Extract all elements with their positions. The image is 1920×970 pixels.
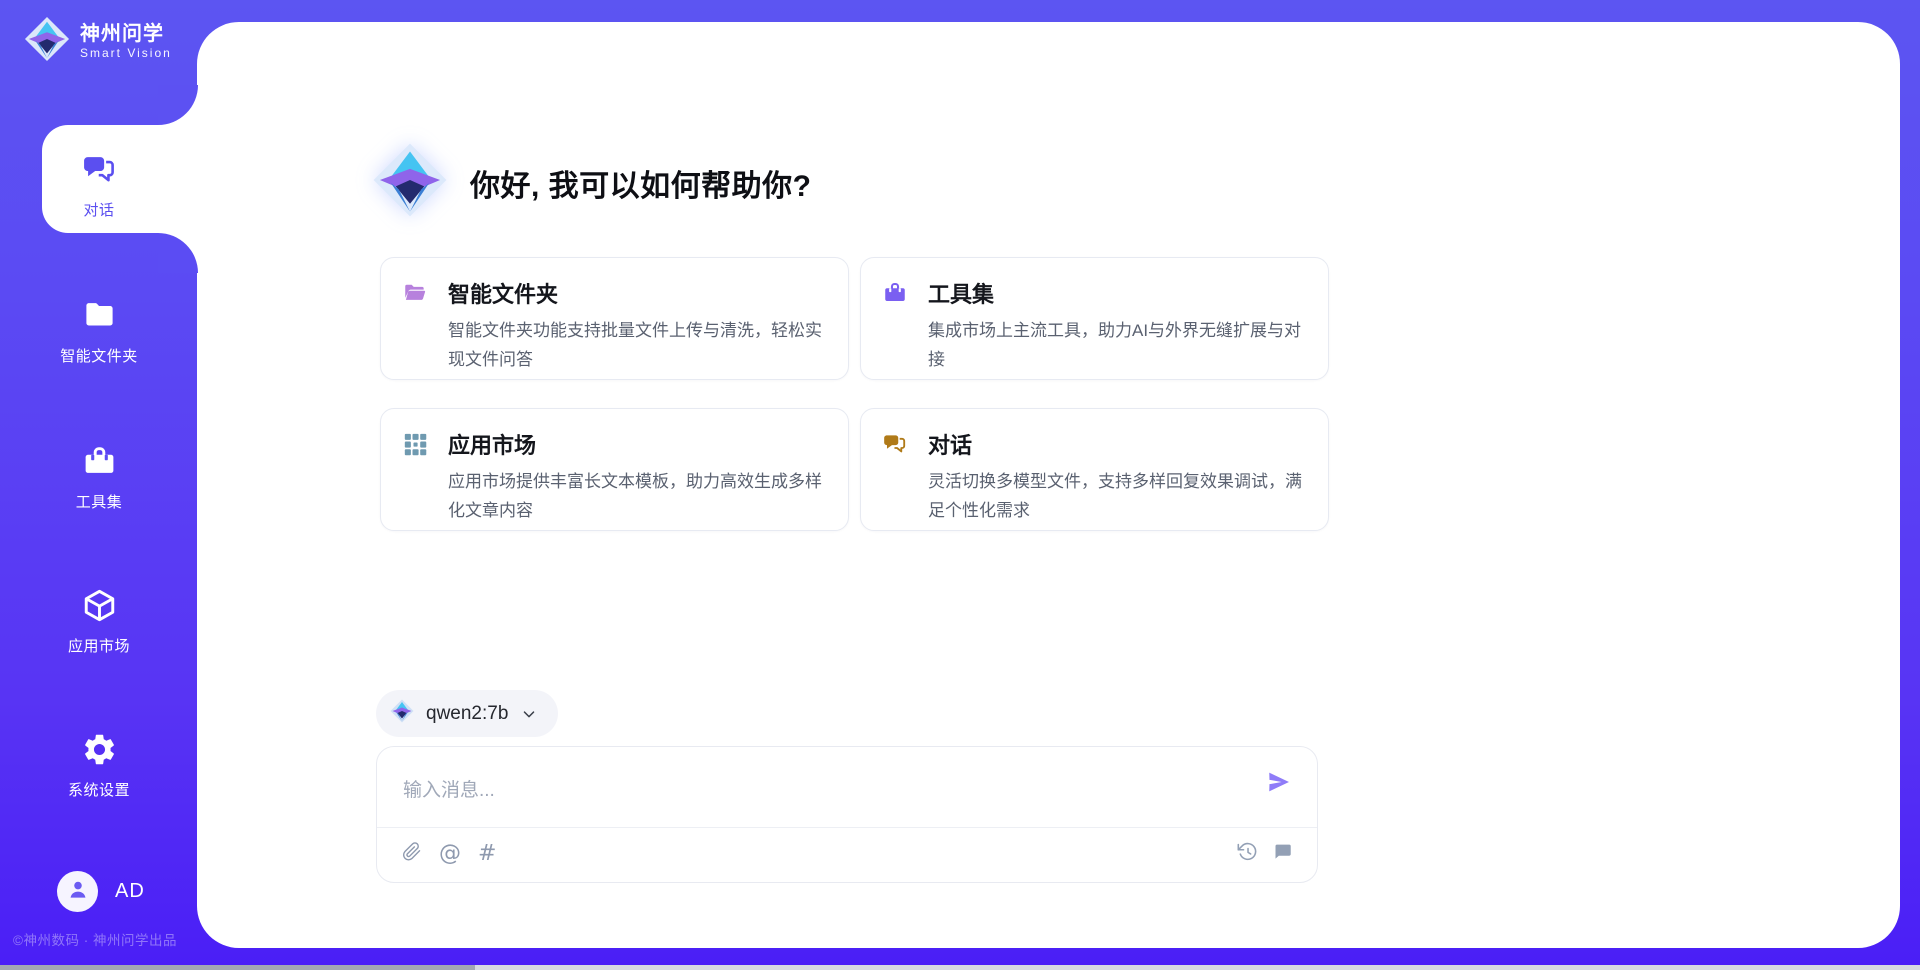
card-description: 智能文件夹功能支持批量文件上传与清洗，轻松实现文件问答 <box>448 316 824 374</box>
sidebar-item-app-market[interactable]: 应用市场 <box>0 587 198 656</box>
folder-icon <box>81 297 118 339</box>
message-input[interactable] <box>377 747 1317 826</box>
gem-diamond-icon <box>390 699 414 728</box>
user-name: AD <box>115 880 145 903</box>
grid-icon <box>402 428 428 530</box>
cube-icon <box>81 587 118 629</box>
card-smart-folder[interactable]: 智能文件夹 智能文件夹功能支持批量文件上传与清洗，轻松实现文件问答 <box>380 257 849 380</box>
sidebar-item-label: 系统设置 <box>68 779 130 800</box>
card-chat[interactable]: 对话 灵活切换多模型文件，支持多样回复效果调试，满足个性化需求 <box>860 408 1329 531</box>
folder-open-icon <box>402 277 428 379</box>
user-profile[interactable]: AD <box>57 871 145 912</box>
message-composer: @ # <box>376 746 1318 883</box>
feature-cards: 智能文件夹 智能文件夹功能支持批量文件上传与清洗，轻松实现文件问答 工具集 集成… <box>380 257 1329 531</box>
app-root: 神州问学 Smart Vision 对话 智能文件夹 <box>0 0 1920 970</box>
sidebar-item-smart-folder[interactable]: 智能文件夹 <box>0 297 198 366</box>
sidebar-footer: ©神州数码 · 神州问学出品 <box>13 929 199 949</box>
card-title: 工具集 <box>928 277 1304 309</box>
chevron-down-icon <box>520 705 538 723</box>
sidebar-item-chat[interactable]: 对话 <box>0 151 198 220</box>
brand: 神州问学 Smart Vision <box>24 16 172 67</box>
card-app-market[interactable]: 应用市场 应用市场提供丰富长文本模板，助力高效生成多样化文章内容 <box>380 408 849 531</box>
paperclip-icon[interactable] <box>401 841 422 867</box>
sidebar-item-label: 应用市场 <box>68 635 130 656</box>
greeting-row: 你好, 我可以如何帮助你? <box>372 142 812 223</box>
person-icon <box>65 876 91 907</box>
card-description: 应用市场提供丰富长文本模板，助力高效生成多样化文章内容 <box>448 467 824 525</box>
card-title: 应用市场 <box>448 428 824 460</box>
model-selector[interactable]: qwen2:7b <box>376 690 558 737</box>
sidebar-item-settings[interactable]: 系统设置 <box>0 731 198 800</box>
sidebar-item-label: 工具集 <box>76 491 123 512</box>
greeting-text: 你好, 我可以如何帮助你? <box>470 161 812 205</box>
brand-subtitle: Smart Vision <box>80 46 172 60</box>
toolbox-icon <box>882 277 908 379</box>
composer-toolbar: @ # <box>377 828 1317 882</box>
avatar <box>57 871 98 912</box>
card-title: 对话 <box>928 428 1304 460</box>
card-title: 智能文件夹 <box>448 277 824 309</box>
hash-icon[interactable]: # <box>478 843 496 865</box>
send-button[interactable] <box>1265 769 1293 797</box>
card-toolset[interactable]: 工具集 集成市场上主流工具，助力AI与外界无缝扩展与对接 <box>860 257 1329 380</box>
message-icon[interactable] <box>1272 841 1293 867</box>
gear-icon <box>81 731 118 773</box>
gem-diamond-icon <box>24 16 70 67</box>
mention-icon[interactable]: @ <box>439 843 461 865</box>
horizontal-scrollbar-track[interactable] <box>0 965 1920 970</box>
brand-name: 神州问学 <box>80 23 172 46</box>
card-description: 集成市场上主流工具，助力AI与外界无缝扩展与对接 <box>928 316 1304 374</box>
toolbox-icon <box>81 443 118 485</box>
chat-icon <box>882 428 908 530</box>
card-description: 灵活切换多模型文件，支持多样回复效果调试，满足个性化需求 <box>928 467 1304 525</box>
sidebar-item-label: 对话 <box>83 199 114 220</box>
sidebar-item-toolset[interactable]: 工具集 <box>0 443 198 512</box>
model-name: qwen2:7b <box>426 703 508 725</box>
sidebar-item-label: 智能文件夹 <box>60 345 138 366</box>
chat-icon <box>81 151 118 193</box>
gem-diamond-icon <box>372 142 448 223</box>
horizontal-scrollbar-thumb[interactable] <box>0 965 475 970</box>
history-icon[interactable] <box>1237 841 1258 867</box>
send-icon <box>1266 783 1292 798</box>
